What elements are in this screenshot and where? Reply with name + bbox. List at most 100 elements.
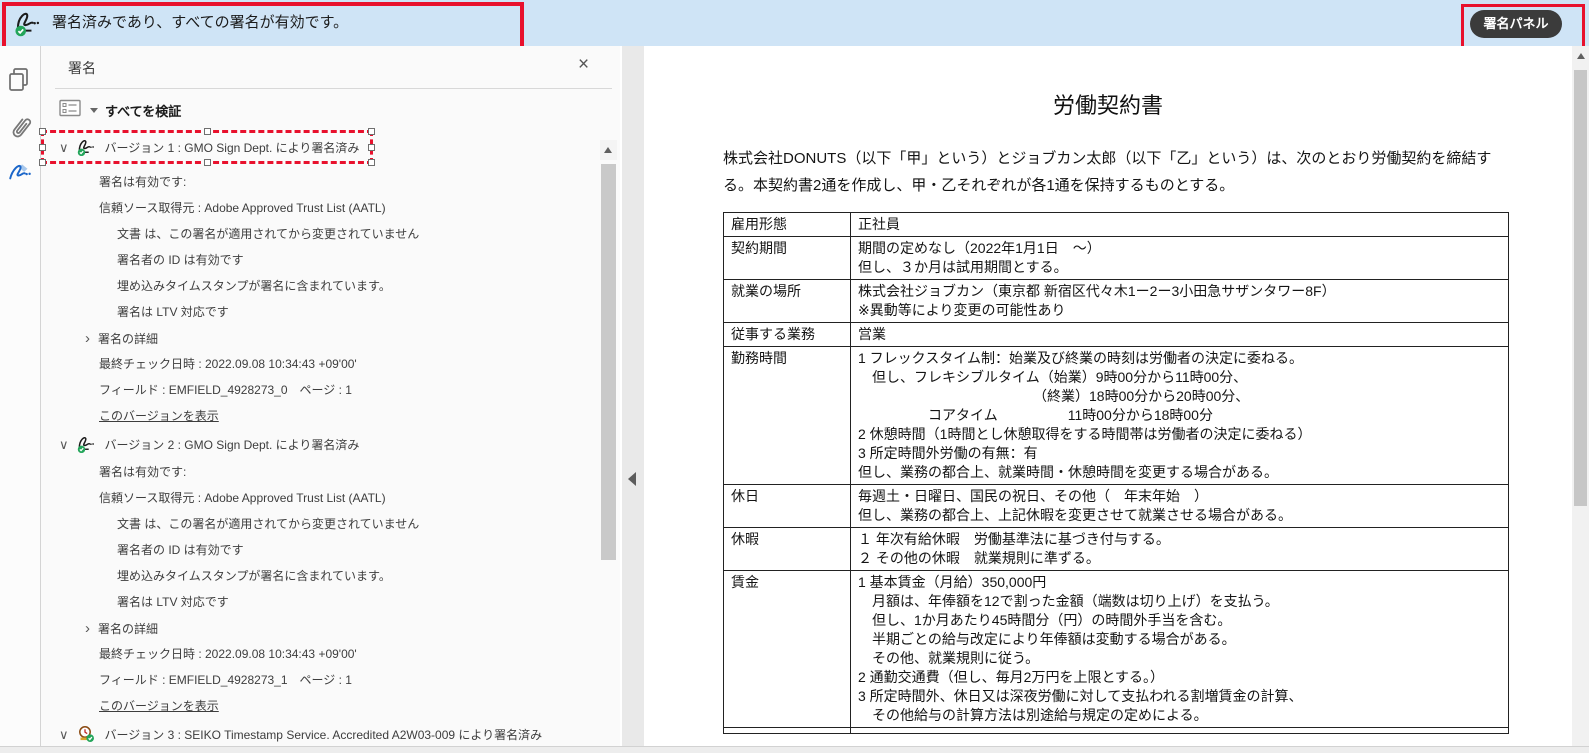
row-label: 従事する業務 bbox=[723, 322, 851, 347]
panel-scrollbar[interactable] bbox=[600, 140, 617, 746]
horizontal-scrollbar[interactable] bbox=[0, 746, 1589, 753]
row-content: 正社員 bbox=[850, 212, 1509, 237]
signature-details-toggle[interactable]: › 署名の詳細 bbox=[41, 615, 601, 641]
selection-handle bbox=[368, 159, 375, 166]
row-label: 契約期間 bbox=[723, 236, 851, 280]
view-version-link[interactable]: このバージョンを表示 bbox=[41, 403, 601, 429]
selection-handle bbox=[39, 144, 46, 151]
signature-status-line: 署名は LTV 対応です bbox=[117, 595, 229, 609]
annotation-box-banner bbox=[2, 2, 524, 50]
scroll-up-button[interactable] bbox=[1572, 46, 1589, 66]
signature-status-line: 埋め込みタイムスタンプが署名に含まれています。 bbox=[117, 279, 391, 293]
document-intro: 株式会社DONUTS（以下「甲」という）とジョブカン太郎（以下「乙」という）は、… bbox=[723, 150, 1492, 194]
signature-details-label: 署名の詳細 bbox=[98, 621, 159, 636]
annotation-box-panel-button bbox=[1461, 4, 1585, 49]
selection-handle bbox=[368, 128, 375, 135]
validate-all-button[interactable]: すべてを検証 bbox=[105, 101, 181, 120]
signature-status-line: 署名者の ID は有効です bbox=[117, 253, 244, 267]
divider bbox=[55, 88, 612, 89]
chevron-down-icon[interactable] bbox=[90, 107, 98, 113]
signature-status-line: 署名は有効です: bbox=[99, 175, 187, 189]
row-content: 1 フレックスタイム制：始業及び終業の時刻は労働者の決定に委ねる。 但し、フレキ… bbox=[850, 346, 1509, 485]
signature-details-toggle[interactable]: › 署名の詳細 bbox=[41, 325, 601, 351]
row-label: 賃金 bbox=[723, 570, 851, 728]
table-row: 勤務時間 1 フレックスタイム制：始業及び終業の時刻は労働者の決定に委ねる。 但し… bbox=[723, 346, 1509, 485]
signature-status-line: 信頼ソース取得元 : Adobe Approved Trust List (AA… bbox=[99, 491, 386, 505]
table-row: 雇用形態 正社員 bbox=[723, 212, 1509, 237]
table-row: 休暇 １ 年次有給休暇 労働基準法に基づき付与する。 ２ その他の休暇 就業規則に準… bbox=[723, 527, 1509, 571]
table-row: 賃金 1 基本賃金（月給）350,000円 月額は、年俸額を12で割った金額（端数… bbox=[723, 570, 1509, 728]
signature-status-line: 埋め込みタイムスタンプが署名に含まれています。 bbox=[117, 569, 391, 583]
document-scrollbar-thumb[interactable] bbox=[1574, 70, 1587, 506]
view-version-link[interactable]: このバージョンを表示 bbox=[41, 693, 601, 719]
signature-icon bbox=[76, 434, 98, 454]
signature-icon bbox=[76, 137, 98, 157]
row-label: 休暇 bbox=[723, 527, 851, 571]
row-content: 1 基本賃金（月給）350,000円 月額は、年俸額を12で割った金額（端数は切… bbox=[850, 570, 1509, 728]
chevron-down-icon[interactable]: ∨ bbox=[59, 438, 69, 451]
chevron-down-icon[interactable]: ∨ bbox=[59, 141, 69, 154]
last-check-time: 最終チェック日時 : 2022.09.08 10:34:43 +09'00' bbox=[99, 647, 357, 661]
signature-version-label: バージョン 2 : GMO Sign Dept. により署名済み bbox=[104, 437, 360, 452]
scroll-up-button[interactable] bbox=[600, 140, 617, 160]
signature-status-line: 署名者の ID は有効です bbox=[117, 543, 244, 557]
table-row: 従事する業務 営業 bbox=[723, 322, 1509, 347]
document-title: 労働契約書 bbox=[1052, 93, 1163, 118]
signature-status-line: 信頼ソース取得元 : Adobe Approved Trust List (AA… bbox=[99, 201, 386, 215]
signature-version-header[interactable]: ∨ バージョン 1 : GMO Sign Dept. により署名済み bbox=[44, 133, 370, 161]
selection-annotation-box: ∨ バージョン 1 : GMO Sign Dept. により署名済み bbox=[39, 128, 375, 166]
contract-table: 雇用形態 正社員 契約期間 期間の定めなし（2022年1月1日 ～） 但し、３か月は試用… bbox=[723, 212, 1509, 734]
close-icon[interactable]: × bbox=[578, 54, 589, 76]
table-row: 就業の場所 株式会社ジョブカン（東京都 新宿区代々木1ー2ー3小田急サザンタワー8… bbox=[723, 279, 1509, 323]
selection-handle bbox=[39, 159, 46, 166]
attachments-icon[interactable] bbox=[7, 112, 33, 142]
signature-field-info: フィールド : EMFIELD_4928273_1 ページ : 1 bbox=[99, 673, 352, 687]
signature-version-header[interactable]: ∨ バージョン 2 : GMO Sign Dept. により署名済み bbox=[41, 429, 601, 459]
last-check-time: 最終チェック日時 : 2022.09.08 10:34:43 +09'00' bbox=[99, 357, 357, 371]
signature-status-line: 署名は LTV 対応です bbox=[117, 305, 229, 319]
signature-version-header[interactable]: ∨ バージョン 3 : SEIKO Timestamp Service. Accr… bbox=[41, 719, 601, 749]
signatures-icon[interactable] bbox=[7, 158, 33, 188]
table-row bbox=[723, 727, 1509, 734]
panel-options-icon[interactable] bbox=[59, 99, 83, 122]
selection-handle bbox=[204, 128, 211, 135]
row-content: １ 年次有給休暇 労働基準法に基づき付与する。 ２ その他の休暇 就業規則に準ずる… bbox=[850, 527, 1509, 571]
signature-version-list: ∨ バージョン 1 : GMO Sign Dept. により署名済み署名は有効です… bbox=[39, 128, 601, 749]
acrobat-window: 署名済みであり、すべての署名が有効です。 署名パネル 署名 × すべてを検証 ∨… bbox=[0, 0, 1589, 753]
row-label: 雇用形態 bbox=[723, 212, 851, 237]
selection-handle bbox=[368, 144, 375, 151]
selection-handle bbox=[39, 128, 46, 135]
signature-details-label: 署名の詳細 bbox=[98, 331, 159, 346]
row-label bbox=[723, 727, 851, 734]
signature-panel: 署名 × すべてを検証 ∨ バージョン 1 : GMO Sign Dept. によ… bbox=[39, 46, 620, 749]
timestamp-icon bbox=[76, 724, 98, 744]
document-scrollbar[interactable] bbox=[1572, 46, 1589, 753]
row-content: 期間の定めなし（2022年1月1日 ～） 但し、３か月は試用期間とする。 bbox=[850, 236, 1509, 280]
page-thumbnails-icon[interactable] bbox=[7, 66, 33, 96]
table-row: 契約期間 期間の定めなし（2022年1月1日 ～） 但し、３か月は試用期間とする。 bbox=[723, 236, 1509, 280]
row-content: 毎週土・日曜日、国民の祝日、その他（ 年末年始 ）但し、業務の都合上、上記休暇を… bbox=[850, 484, 1509, 528]
row-label: 休日 bbox=[723, 484, 851, 528]
signature-status-line: 文書 は、この署名が適用されてから変更されていません bbox=[117, 227, 420, 241]
document-page: 労働契約書 株式会社DONUTS（以下「甲」という）とジョブカン太郎（以下「乙」… bbox=[644, 46, 1572, 746]
row-content bbox=[850, 727, 1509, 734]
left-toolbar bbox=[0, 46, 41, 753]
selection-handle bbox=[204, 159, 211, 166]
chevron-down-icon[interactable]: ∨ bbox=[59, 728, 69, 741]
row-content: 株式会社ジョブカン（東京都 新宿区代々木1ー2ー3小田急サザンタワー8F） ※異動… bbox=[850, 279, 1509, 323]
chevron-right-icon[interactable]: › bbox=[85, 621, 90, 636]
row-content: 営業 bbox=[850, 322, 1509, 347]
collapse-panel-arrow[interactable] bbox=[628, 472, 636, 486]
table-row: 休日 毎週土・日曜日、国民の祝日、その他（ 年末年始 ）但し、業務の都合上、上記休… bbox=[723, 484, 1509, 528]
signature-status-line: 署名は有効です: bbox=[99, 465, 187, 479]
panel-scrollbar-thumb[interactable] bbox=[601, 164, 616, 560]
signature-status-line: 文書 は、この署名が適用されてから変更されていません bbox=[117, 517, 420, 531]
signature-field-info: フィールド : EMFIELD_4928273_0 ページ : 1 bbox=[99, 383, 352, 397]
row-label: 就業の場所 bbox=[723, 279, 851, 323]
panel-collapse-strip bbox=[622, 46, 644, 753]
row-label: 勤務時間 bbox=[723, 346, 851, 485]
signature-version-label: バージョン 1 : GMO Sign Dept. により署名済み bbox=[104, 140, 360, 155]
chevron-right-icon[interactable]: › bbox=[85, 331, 90, 346]
panel-title: 署名 bbox=[68, 60, 96, 76]
signature-version-label: バージョン 3 : SEIKO Timestamp Service. Accre… bbox=[104, 727, 543, 742]
